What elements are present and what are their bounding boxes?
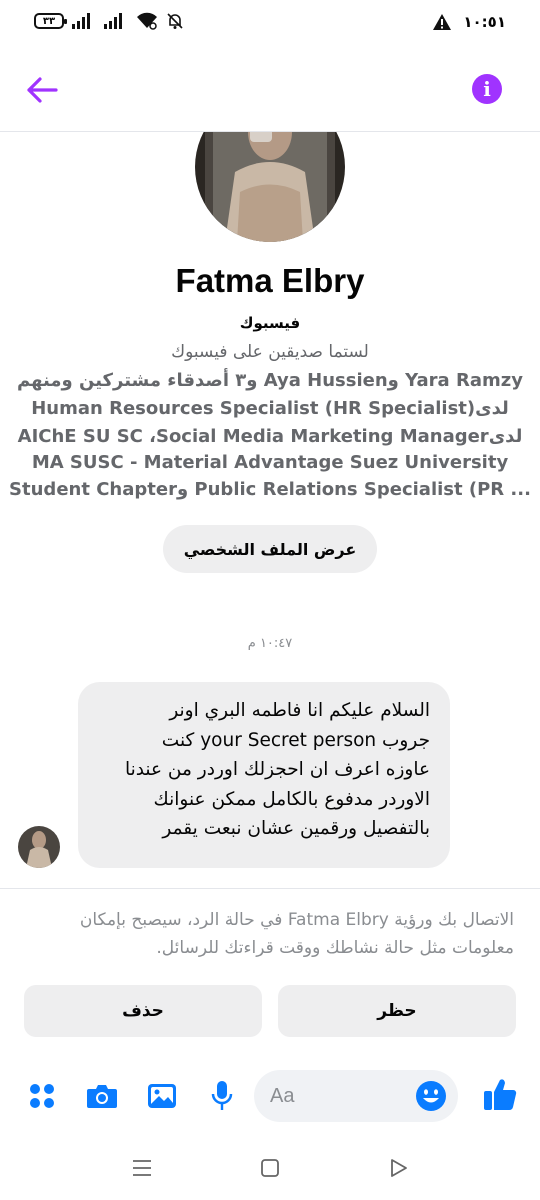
- menu-lines-icon: [133, 1160, 151, 1176]
- home-button[interactable]: [258, 1156, 282, 1180]
- signal-icon-2: [104, 13, 122, 29]
- emoji-icon: [416, 1081, 446, 1111]
- info-icon: i: [483, 77, 491, 101]
- status-time: ١٠:٥١: [463, 13, 506, 31]
- camera-icon: [87, 1085, 117, 1108]
- home-square-icon: [261, 1159, 279, 1177]
- system-back-button[interactable]: [386, 1156, 410, 1180]
- warning-icon: [433, 14, 452, 30]
- message-input-placeholder: Aa: [270, 1084, 295, 1107]
- delete-button[interactable]: حذف: [24, 985, 262, 1037]
- sender-avatar[interactable]: [18, 826, 60, 868]
- message-line: بالتفصيل ورقمين عشان نبعت يقمر: [162, 818, 430, 839]
- message-line: السلام عليكم انا فاطمه البري اونر: [169, 700, 430, 721]
- info-button[interactable]: i: [472, 74, 502, 104]
- microphone-icon: [211, 1081, 233, 1110]
- message-composer: Aa: [0, 1068, 540, 1124]
- friend-status: لستما صديقين على فيسبوك: [171, 342, 369, 362]
- emoji-button[interactable]: [414, 1079, 448, 1113]
- work-line: AIChE SU SC ،Social Media Marketing Mana…: [17, 426, 523, 447]
- message-timestamp: ١٠:٤٧ م: [247, 636, 293, 651]
- recent-apps-button[interactable]: [130, 1156, 154, 1180]
- thumbs-up-icon: [484, 1079, 517, 1111]
- wifi-icon: [137, 12, 157, 30]
- status-left: ٣٣: [34, 12, 184, 30]
- message-line: الاوردر مدفوع بالكامل ممكن عنوانك: [153, 788, 430, 810]
- system-nav-bar: [0, 1148, 540, 1188]
- mute-notifications-icon: [167, 13, 183, 29]
- play-triangle-icon: [391, 1159, 407, 1177]
- battery-level: ٣٣: [42, 15, 56, 27]
- message-request-notice: الاتصال بك ورؤية Fatma Elbry في حالة الر…: [0, 906, 540, 962]
- divider: [0, 888, 540, 889]
- block-button[interactable]: حظر: [278, 985, 516, 1037]
- message-bubble[interactable]: السلام عليكم انا فاطمه البري اونر جروب y…: [78, 682, 450, 868]
- back-button[interactable]: [22, 72, 62, 108]
- message-line: عاوزه اعرف ان احجزلك اوردر من عندنا: [124, 759, 430, 780]
- gallery-button[interactable]: [144, 1078, 180, 1114]
- view-profile-button[interactable]: عرض الملف الشخصي: [163, 525, 377, 573]
- apps-grid-icon: [30, 1084, 54, 1108]
- status-right: ١٠:٥١: [433, 13, 506, 31]
- work-line: Human Resources Specialist (HR Specialis…: [31, 398, 509, 419]
- image-icon: [148, 1084, 176, 1108]
- back-arrow-icon: [27, 77, 58, 103]
- message-line: جروب your Secret person كنت: [161, 729, 430, 751]
- status-bar: ٣٣ ١٠:٥١: [0, 0, 540, 48]
- camera-button[interactable]: [84, 1078, 120, 1114]
- work-line: Student Chapterو Public Relations Specia…: [9, 479, 531, 500]
- sender-photo: [18, 826, 60, 868]
- work-line: MA SUSC - Material Advantage Suez Univer…: [31, 452, 509, 473]
- battery-icon: ٣٣: [34, 13, 67, 29]
- chat-header: i: [0, 48, 540, 132]
- like-button[interactable]: [482, 1076, 518, 1112]
- platform-label: فيسبوك: [239, 314, 301, 332]
- more-actions-button[interactable]: [24, 1078, 60, 1114]
- voice-button[interactable]: [204, 1078, 240, 1114]
- notice-line: معلومات مثل حالة نشاطك ووقت قراءتك للرسا…: [156, 938, 514, 958]
- mutual-friends: Yara Ramzy وAya Hussien و٣ أصدقاء مشتركي…: [17, 370, 523, 391]
- signal-icon: [72, 13, 90, 29]
- profile-name: Fatma Elbry: [175, 262, 365, 299]
- notice-line: الاتصال بك ورؤية Fatma Elbry في حالة الر…: [79, 910, 514, 930]
